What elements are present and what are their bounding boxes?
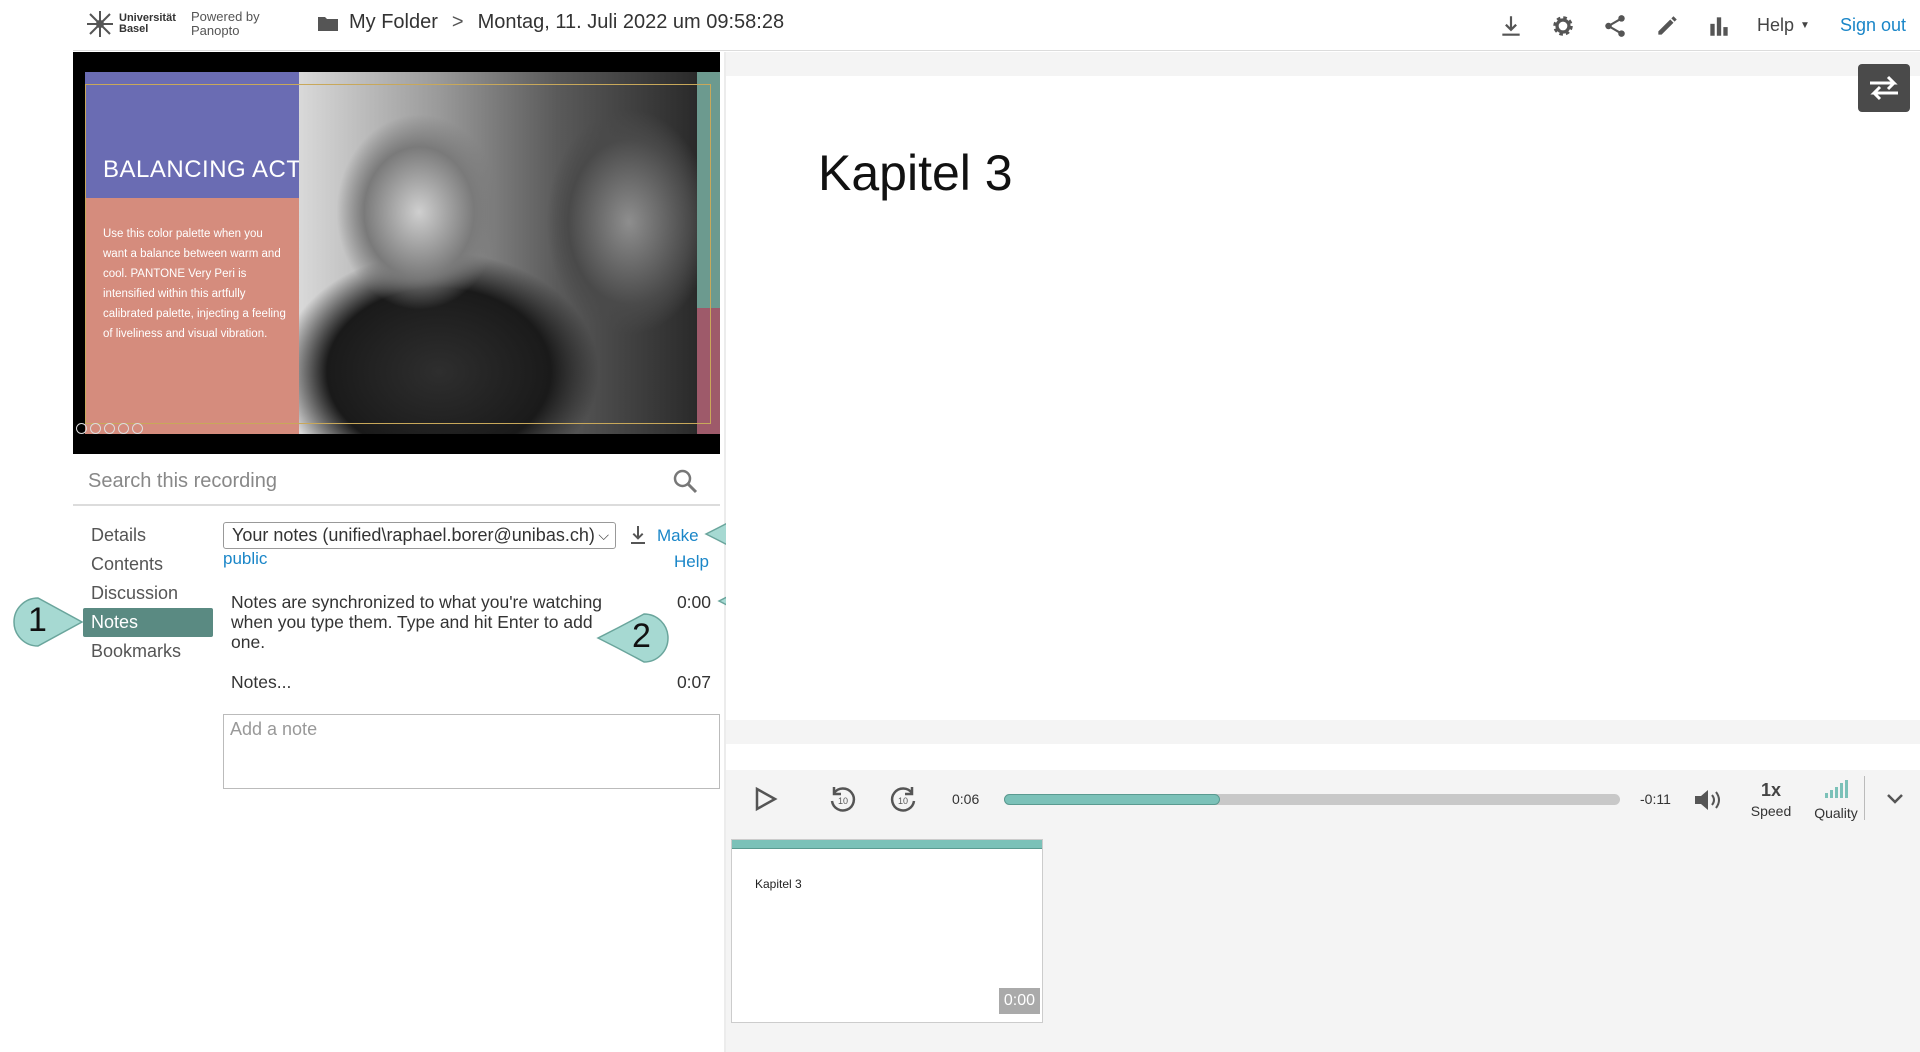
note-timestamp[interactable]: 0:07: [677, 672, 711, 692]
tab-notes[interactable]: Notes: [83, 608, 213, 637]
folder-icon: [318, 16, 338, 31]
play-icon[interactable]: [752, 786, 778, 812]
progress-fill: [1004, 794, 1220, 805]
volume-icon[interactable]: [1692, 786, 1724, 814]
chevron-down-icon[interactable]: [1886, 792, 1904, 806]
help-label: Help: [1757, 15, 1795, 35]
logo-text: Universität Basel: [119, 12, 176, 35]
add-note-input[interactable]: [223, 714, 720, 789]
next-slide-icon[interactable]: [132, 423, 143, 434]
progress-bar[interactable]: [1004, 794, 1620, 805]
slide-nav-controls[interactable]: [76, 423, 143, 434]
top-bar: Universität Basel Powered by Panopto My …: [73, 0, 1920, 51]
tab-details[interactable]: Details: [83, 521, 213, 550]
svg-text:10: 10: [898, 796, 908, 806]
slide-heading: Kapitel 3: [818, 145, 1013, 201]
speed-button[interactable]: 1x Speed: [1746, 780, 1796, 819]
search-input[interactable]: [88, 466, 648, 496]
edit-button[interactable]: [1641, 0, 1693, 51]
share-icon: [1605, 14, 1625, 37]
caret-down-icon: ▼: [1800, 20, 1810, 31]
university-logo[interactable]: Universität Basel: [85, 9, 179, 39]
warning-icon[interactable]: [90, 423, 101, 434]
session-title: Montag, 11. Juli 2022 um 09:58:28: [477, 11, 785, 33]
slide-bottom-strip: [726, 720, 1920, 744]
thumbnail-time: 0:00: [998, 988, 1040, 1014]
callout-marker-1: [13, 597, 84, 647]
search-bar: [73, 456, 720, 506]
speed-value: 1x: [1760, 780, 1782, 800]
download-notes-icon[interactable]: [628, 524, 648, 546]
slide-top-strip: [726, 52, 1920, 76]
video-player[interactable]: BALANCING ACT Use this color palette whe…: [73, 52, 720, 454]
download-icon: [1502, 15, 1520, 36]
bar-chart-icon: [1710, 16, 1728, 36]
breadcrumb-folder-link[interactable]: My Folder: [349, 11, 438, 34]
swap-view-button[interactable]: [1858, 64, 1910, 112]
make-public-link-continued[interactable]: public: [223, 549, 267, 569]
grid-icon[interactable]: [104, 423, 115, 434]
notes-channel-value: Your notes (unified\raphael.borer@unibas…: [232, 525, 595, 545]
logo-icon: [87, 11, 113, 37]
chevron-right-icon: >: [451, 11, 464, 33]
svg-text:10: 10: [838, 796, 848, 806]
powered-by-text: Powered by Panopto: [191, 9, 260, 38]
note-text: Notes are synchronized to what you're wa…: [231, 592, 603, 652]
note-item[interactable]: Notes... 0:07: [231, 672, 711, 692]
note-text: Notes...: [231, 672, 292, 692]
notes-channel-select[interactable]: Your notes (unified\raphael.borer@unibas…: [223, 522, 616, 549]
quality-label: Quality: [1814, 805, 1858, 821]
note-timestamp[interactable]: 0:00: [677, 592, 711, 612]
forward-10-icon[interactable]: 10: [888, 783, 920, 815]
remaining-time: -0:11: [1640, 791, 1671, 807]
signal-bars-icon: [1825, 780, 1848, 798]
pencil-icon: [1658, 15, 1677, 35]
thumbnail-strip: Kapitel 3 0:00: [726, 828, 1920, 1052]
swap-icon: [1870, 75, 1898, 101]
menu-icon[interactable]: [118, 423, 129, 434]
prev-slide-icon[interactable]: [76, 423, 87, 434]
speed-label: Speed: [1750, 803, 1792, 819]
settings-button[interactable]: [1537, 0, 1589, 51]
toolbar: Help ▼ Sign out: [1485, 0, 1920, 51]
search-icon[interactable]: [672, 468, 698, 494]
make-public-link[interactable]: Make: [657, 526, 699, 546]
player-controls: 10 10 0:06 -0:11 1x Speed Quality: [726, 770, 1920, 828]
rewind-10-icon[interactable]: 10: [826, 783, 858, 815]
sign-out-link[interactable]: Sign out: [1840, 15, 1906, 36]
stats-button[interactable]: [1693, 0, 1745, 51]
slide-frame: [85, 84, 711, 424]
thumbnail-progress: [732, 840, 1042, 849]
player-divider: [1864, 776, 1865, 820]
slide-thumbnail[interactable]: Kapitel 3 0:00: [731, 839, 1043, 1023]
tab-contents[interactable]: Contents: [83, 550, 213, 579]
breadcrumb: My Folder > Montag, 11. Juli 2022 um 09:…: [317, 11, 784, 34]
help-menu[interactable]: Help ▼: [1757, 15, 1810, 36]
current-time: 0:06: [952, 791, 980, 807]
tab-bookmarks[interactable]: Bookmarks: [83, 637, 213, 666]
gear-icon: [1553, 15, 1573, 36]
callout-number-1: 1: [28, 601, 47, 639]
download-button[interactable]: [1485, 0, 1537, 51]
slide-viewer: Kapitel 3: [726, 52, 1920, 744]
chevron-down-icon: ⌵: [598, 527, 609, 543]
side-tabs: Details Contents Discussion Notes Bookma…: [83, 521, 213, 666]
quality-button[interactable]: Quality: [1808, 780, 1864, 821]
tab-discussion[interactable]: Discussion: [83, 579, 213, 608]
thumbnail-title: Kapitel 3: [755, 877, 802, 891]
callout-number-2: 2: [632, 617, 651, 655]
share-button[interactable]: [1589, 0, 1641, 51]
